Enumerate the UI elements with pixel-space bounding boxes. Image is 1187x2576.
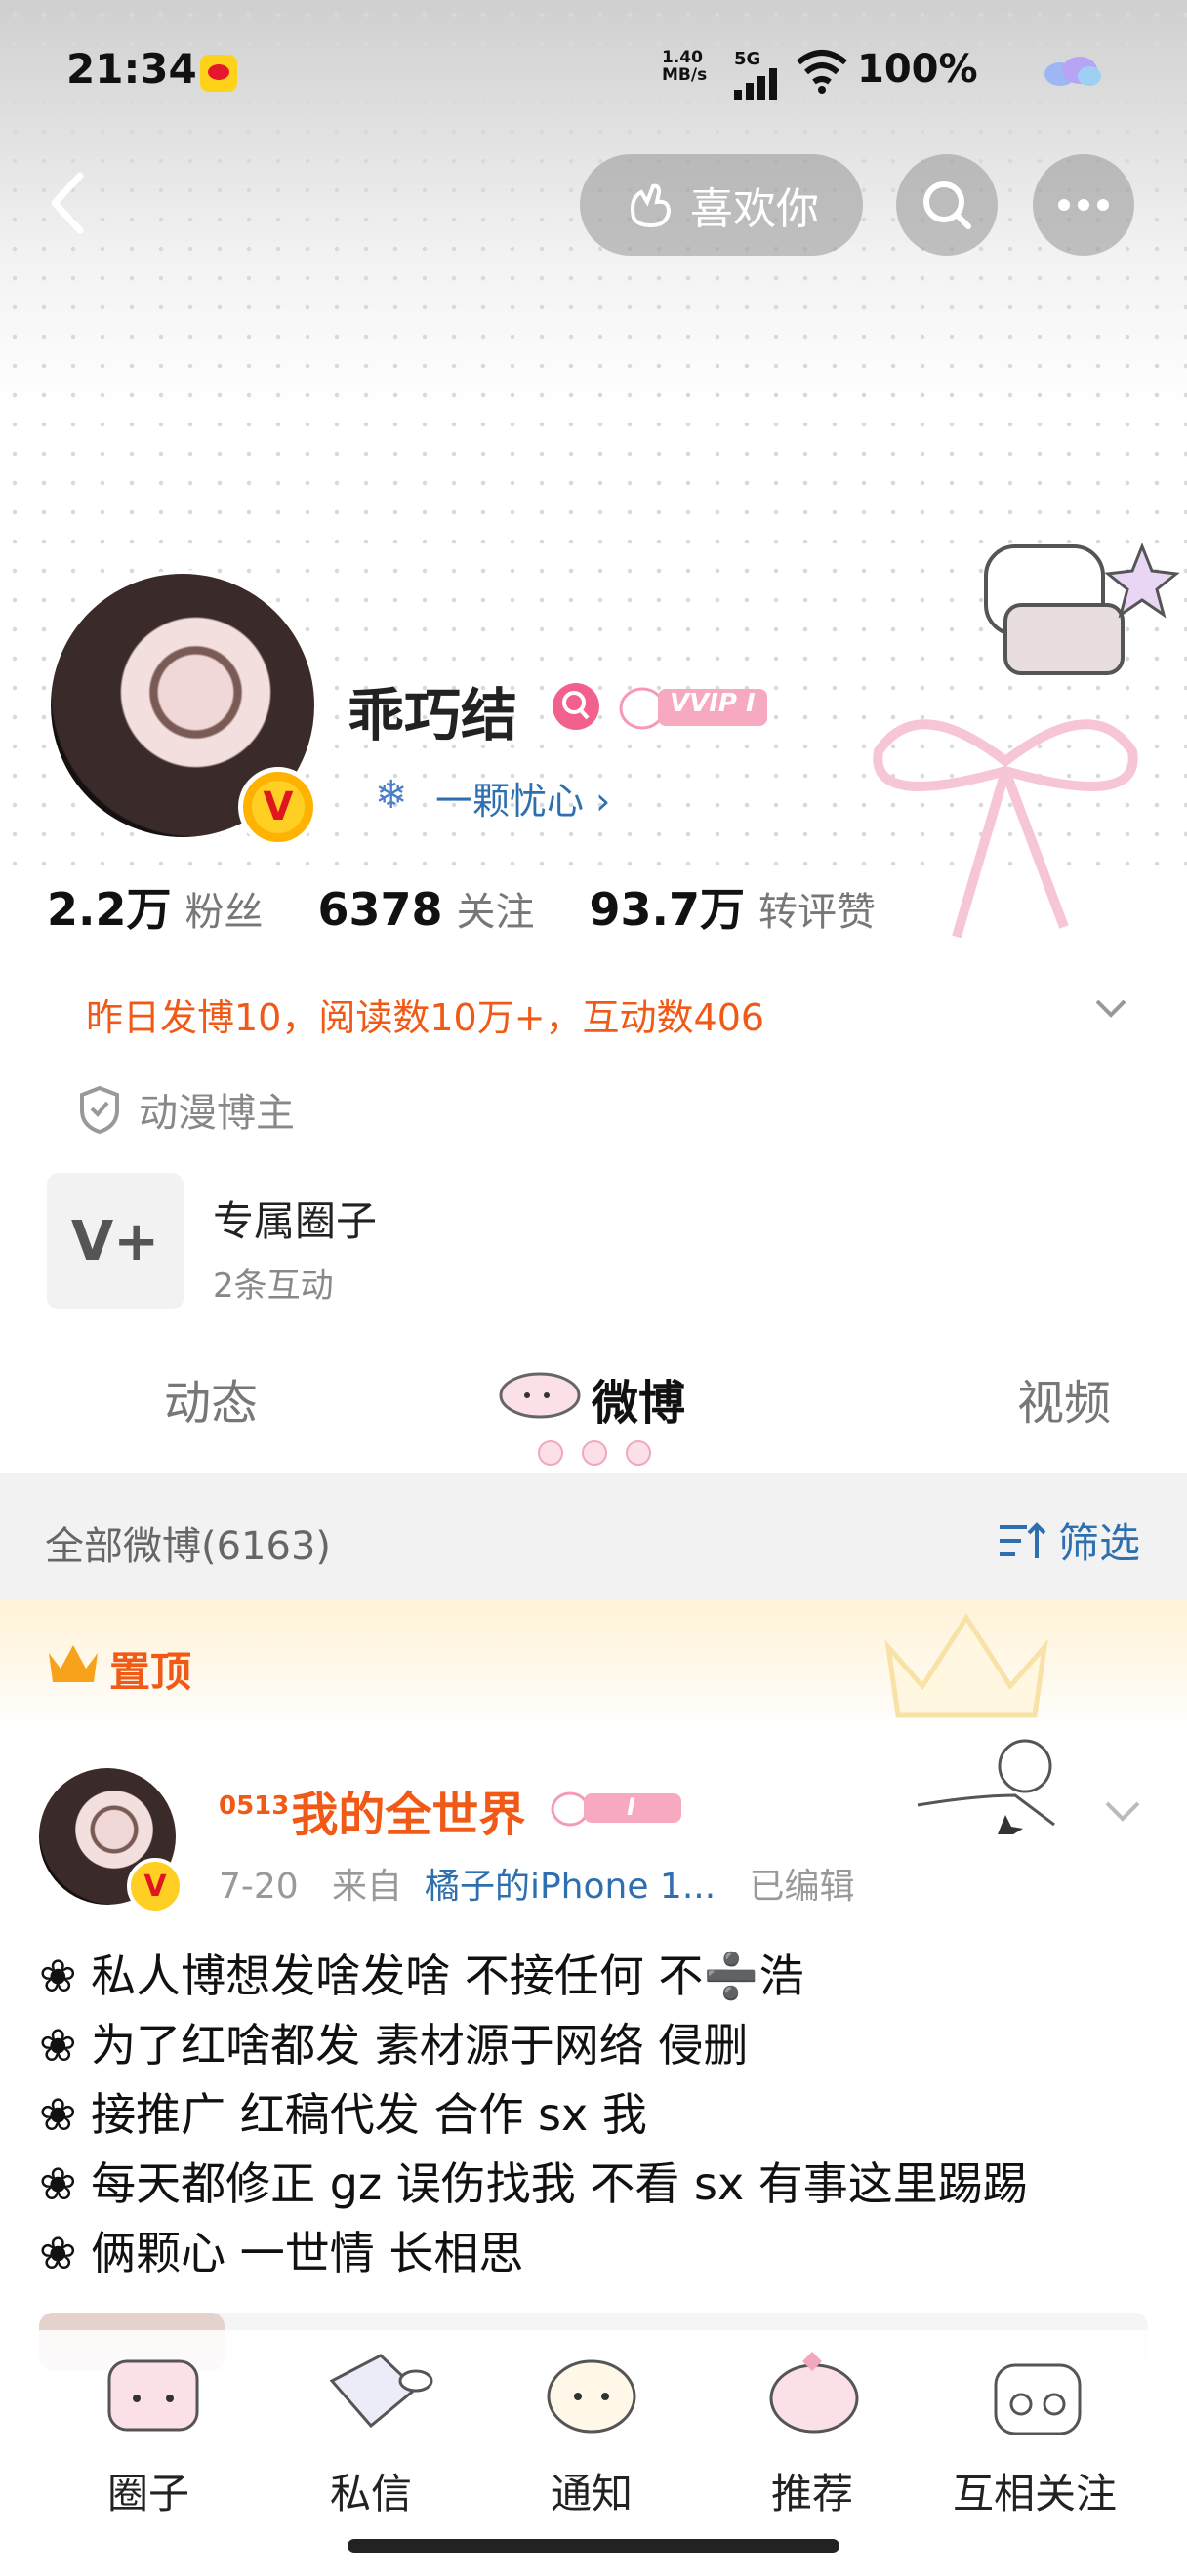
following-count[interactable]: 6378 bbox=[318, 883, 443, 936]
home-indicator[interactable] bbox=[348, 2539, 839, 2553]
mutual-follow-cat-icon bbox=[994, 2363, 1082, 2435]
nav-mutual-follow[interactable]: 互相关注 bbox=[937, 2342, 1132, 2520]
vvip-badge[interactable]: VVIP I bbox=[615, 675, 771, 734]
post-date: 7-20 bbox=[219, 1867, 299, 1907]
post-line: ❀ 俩颗心 一世情 长相思 bbox=[39, 2227, 524, 2279]
all-weibo-count: 全部微博(6163) bbox=[45, 1524, 332, 1569]
anime-girl-sticker bbox=[917, 1739, 1055, 1834]
following-label[interactable]: 关注 bbox=[457, 890, 535, 935]
nav-messages[interactable]: 私信 bbox=[273, 2342, 469, 2520]
snowflake-icon: ❄ bbox=[375, 773, 408, 818]
wifi-icon bbox=[797, 50, 847, 94]
vvip-badge-text: VVIP I bbox=[670, 689, 756, 718]
like-you-label: 喜欢你 bbox=[690, 184, 819, 234]
weibo-app-icon bbox=[200, 55, 237, 92]
verified-badge: V bbox=[238, 767, 318, 847]
nav-messages-label: 私信 bbox=[329, 2470, 412, 2517]
profile-tag: 动漫博主 bbox=[78, 1081, 295, 1138]
search-icon bbox=[923, 181, 971, 229]
profile-tag-label: 动漫博主 bbox=[139, 1091, 295, 1136]
post-author-name[interactable]: 0513我的全世界 bbox=[219, 1776, 525, 1844]
post-author-prefix: 0513 bbox=[219, 1791, 290, 1821]
post-vip-badge: I bbox=[549, 1782, 685, 1831]
network-speed-value: 1.40 bbox=[662, 48, 703, 67]
post-content: ❀ 私人博想发啥发啥 不接任何 不➗浩 ❀ 为了红啥都发 素材源于网络 侵删 ❀… bbox=[39, 1942, 1028, 2288]
crown-icon bbox=[49, 1645, 98, 1682]
activity-summary: 昨日发博10，阅读数10万+，互动数406 bbox=[86, 996, 765, 1039]
cloud-cat-icon bbox=[499, 1372, 581, 1419]
nav-notifications[interactable]: 通知 bbox=[494, 2342, 689, 2520]
post-line: ❀ 私人博想发啥发啥 不接任何 不➗浩 bbox=[39, 1950, 804, 2002]
tab-weibo[interactable]: 微博 bbox=[592, 1364, 685, 1432]
tab-active-indicator bbox=[538, 1440, 651, 1466]
network-speed-unit: MB/s bbox=[662, 65, 708, 85]
post-line: ❀ 每天都修正 gz 误伤找我 不看 sx 有事这里踢踢 bbox=[39, 2157, 1028, 2210]
network-type: 5G bbox=[734, 49, 761, 69]
post-line: ❀ 为了红啥都发 素材源于网络 侵删 bbox=[39, 2019, 749, 2072]
interactions-label[interactable]: 转评赞 bbox=[758, 890, 876, 935]
filter-button[interactable]: 筛选 bbox=[998, 1510, 1140, 1570]
cloud-icon bbox=[1044, 57, 1101, 86]
chevron-right-icon: › bbox=[595, 780, 611, 823]
status-time: 21:34 bbox=[66, 45, 197, 93]
female-gender-icon bbox=[553, 683, 599, 730]
filter-icon bbox=[1000, 1521, 1046, 1558]
post-vip-badge-text: I bbox=[627, 1793, 635, 1821]
nav-circle[interactable]: 圈子 bbox=[51, 2342, 246, 2520]
nav-circle-label: 圈子 bbox=[106, 2470, 189, 2517]
post-menu-chevron-icon[interactable] bbox=[1101, 1788, 1144, 1831]
exclusive-circle-subtitle: 2条互动 bbox=[213, 1267, 334, 1306]
chevron-down-icon[interactable] bbox=[1091, 987, 1130, 1026]
message-cat-icon bbox=[329, 2354, 433, 2429]
signature-link[interactable]: 一颗忧心 › bbox=[435, 771, 610, 825]
crown-decoration bbox=[884, 1613, 1048, 1718]
hand-heart-icon bbox=[631, 183, 672, 228]
fans-label[interactable]: 粉丝 bbox=[185, 890, 264, 935]
tab-dynamics[interactable]: 动态 bbox=[164, 1364, 258, 1432]
pinned-label: 置顶 bbox=[109, 1648, 192, 1696]
network-speed: 1.40 MB/s bbox=[662, 49, 707, 84]
nav-notifications-label: 通知 bbox=[550, 2470, 633, 2517]
signature-text: 一颗忧心 bbox=[435, 780, 585, 823]
cat-cup-sticker bbox=[984, 542, 1180, 675]
nav-recommend-label: 推荐 bbox=[770, 2470, 853, 2517]
post-edited-label: 已编辑 bbox=[749, 1867, 855, 1907]
post-source[interactable]: 橘子的iPhone 1... bbox=[425, 1867, 716, 1907]
signal-icon bbox=[734, 68, 777, 100]
back-button[interactable] bbox=[39, 164, 98, 242]
more-dots-icon bbox=[1058, 199, 1109, 211]
verified-badge-text: V bbox=[252, 781, 305, 833]
tab-video[interactable]: 视频 bbox=[1017, 1364, 1111, 1432]
post-from-label: 来自 bbox=[332, 1867, 403, 1907]
post-line: ❀ 接推广 红稿代发 合作 sx 我 bbox=[39, 2088, 647, 2141]
post-author-name-text: 我的全世界 bbox=[291, 1788, 526, 1842]
post-meta: 7-20 来自 橘子的iPhone 1... 已编辑 bbox=[219, 1858, 855, 1909]
like-you-button[interactable]: 喜欢你 bbox=[580, 154, 863, 256]
shield-icon bbox=[80, 1085, 119, 1134]
recommend-cat-icon bbox=[769, 2352, 859, 2434]
post-verified-badge: V bbox=[127, 1858, 184, 1914]
more-button[interactable] bbox=[1033, 154, 1134, 256]
exclusive-circle-title[interactable]: 专属圈子 bbox=[213, 1188, 377, 1248]
exclusive-circle-icon[interactable]: V+ bbox=[47, 1173, 184, 1309]
interactions-count[interactable]: 93.7万 bbox=[590, 883, 746, 936]
notice-cat-icon bbox=[547, 2359, 636, 2434]
circle-cat-icon bbox=[107, 2359, 199, 2432]
battery-level: 100% bbox=[857, 47, 978, 92]
filter-label: 筛选 bbox=[1058, 1519, 1141, 1567]
nav-recommend[interactable]: 推荐 bbox=[715, 2342, 910, 2520]
profile-stats: 2.2万 粉丝 6378 关注 93.7万 转评赞 bbox=[47, 874, 930, 939]
search-button[interactable] bbox=[896, 154, 998, 256]
profile-name: 乖巧结 bbox=[348, 682, 518, 748]
nav-mutual-follow-label: 互相关注 bbox=[952, 2470, 1117, 2517]
fans-count[interactable]: 2.2万 bbox=[47, 883, 172, 936]
